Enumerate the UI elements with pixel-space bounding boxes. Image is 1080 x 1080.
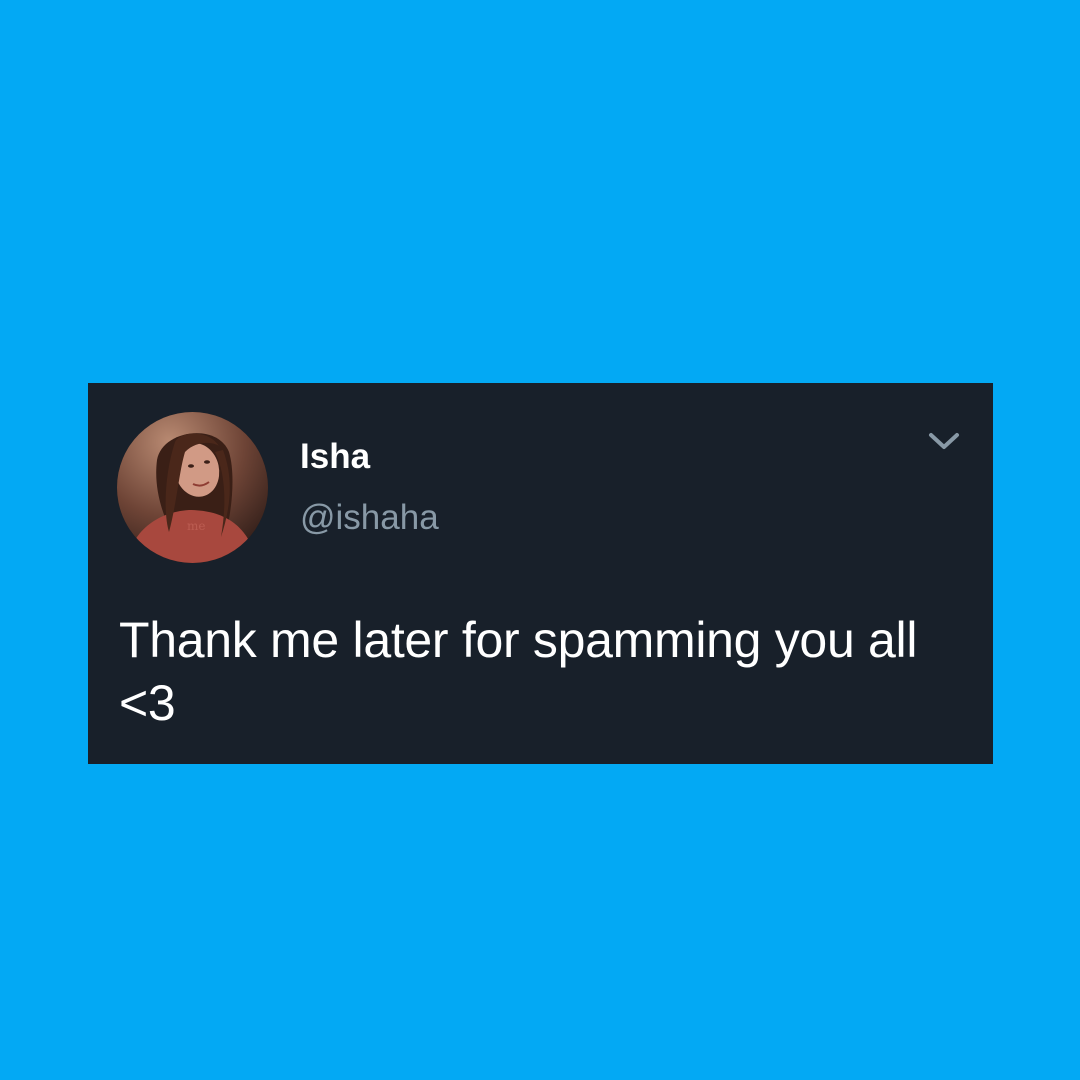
profile-photo: me [117,412,268,563]
tweet-card: me Isha @ishaha Thank me later for spamm… [88,383,993,764]
tweet-menu-button[interactable] [924,427,964,457]
user-handle[interactable]: @ishaha [300,498,439,538]
tweet-text: Thank me later for spamming you all <3 [119,612,918,731]
svg-text:me: me [187,519,205,533]
display-name[interactable]: Isha [300,437,370,477]
chevron-down-icon [929,433,959,449]
avatar[interactable]: me [117,412,268,563]
